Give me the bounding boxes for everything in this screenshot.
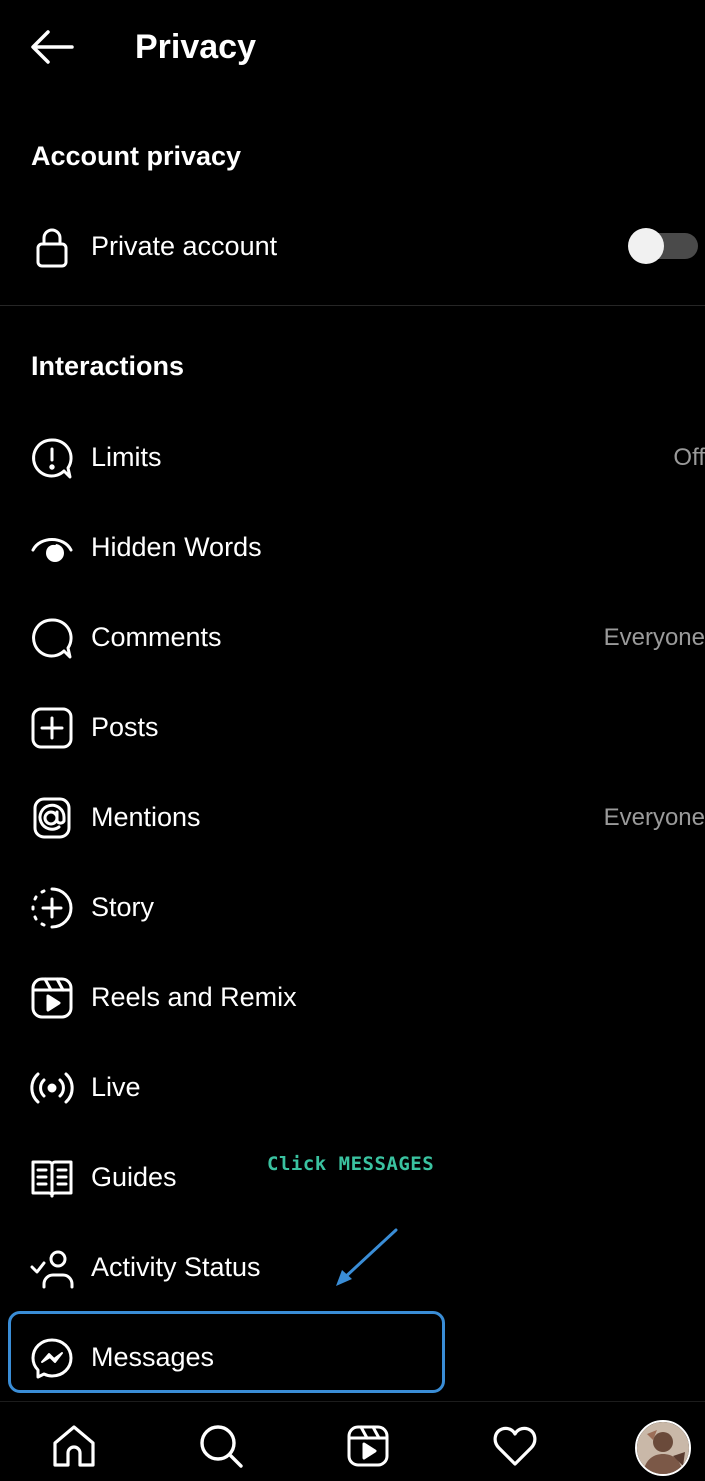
menu-item-label: Activity Status [91,1252,261,1282]
menu-item-label: Limits [91,442,162,472]
menu-item-comments[interactable]: Comments Everyone [0,592,705,682]
limits-icon [30,436,74,480]
menu-item-reels-and-remix[interactable]: Reels and Remix [0,952,705,1042]
nav-reels-button[interactable] [344,1422,392,1470]
private-account-row[interactable]: Private account [0,201,705,291]
menu-item-label: Story [91,892,155,922]
toggle-knob [628,228,664,264]
hidden-words-icon [30,526,74,570]
menu-item-label: Mentions [91,802,201,832]
lock-icon [30,225,74,269]
comment-icon [30,616,74,660]
menu-item-hidden-words[interactable]: Hidden Words [0,502,705,592]
menu-item-story[interactable]: Story [0,862,705,952]
menu-item-label: Posts [91,712,159,742]
home-icon [53,1425,95,1467]
search-icon [200,1425,243,1468]
section-divider [0,305,705,306]
live-icon [30,1066,74,1110]
menu-item-label: Guides [91,1162,177,1192]
menu-item-value: Everyone [603,804,705,831]
section-title-interactions: Interactions [31,351,185,381]
reels-icon [347,1425,389,1467]
annotation-label: Click MESSAGES [267,1153,435,1175]
heart-icon [493,1426,537,1466]
bottom-nav [0,1401,705,1481]
arrow-left-icon [31,30,74,64]
menu-item-live[interactable]: Live [0,1042,705,1132]
at-sign-icon [30,796,74,840]
header: Privacy [0,0,705,95]
menu-item-label: Reels and Remix [91,982,297,1012]
menu-item-posts[interactable]: Posts [0,682,705,772]
annotation-arrow-icon [336,1228,398,1286]
nav-search-button[interactable] [197,1422,245,1470]
nav-home-button[interactable] [50,1422,98,1470]
back-button[interactable] [28,26,76,68]
private-account-label: Private account [91,231,278,261]
reels-icon [30,976,74,1020]
activity-status-icon [30,1246,74,1290]
nav-activity-button[interactable] [491,1422,539,1470]
messages-highlight-box [8,1311,445,1393]
menu-item-label: Hidden Words [91,532,262,562]
profile-avatar-image [637,1422,689,1474]
story-add-icon [30,886,74,930]
menu-item-limits[interactable]: Limits Off [0,412,705,502]
section-title-account-privacy: Account privacy [31,141,242,171]
guides-icon [30,1156,74,1200]
page-title: Privacy [135,28,256,66]
menu-item-guides[interactable]: Guides [0,1132,705,1222]
menu-item-value: Off [673,444,705,471]
menu-item-label: Live [91,1072,141,1102]
plus-square-icon [30,706,74,750]
menu-item-mentions[interactable]: Mentions Everyone [0,772,705,862]
menu-item-value: Everyone [603,624,705,651]
menu-item-label: Comments [91,622,222,652]
nav-profile-avatar[interactable] [635,1420,691,1476]
private-account-toggle[interactable] [628,228,698,264]
